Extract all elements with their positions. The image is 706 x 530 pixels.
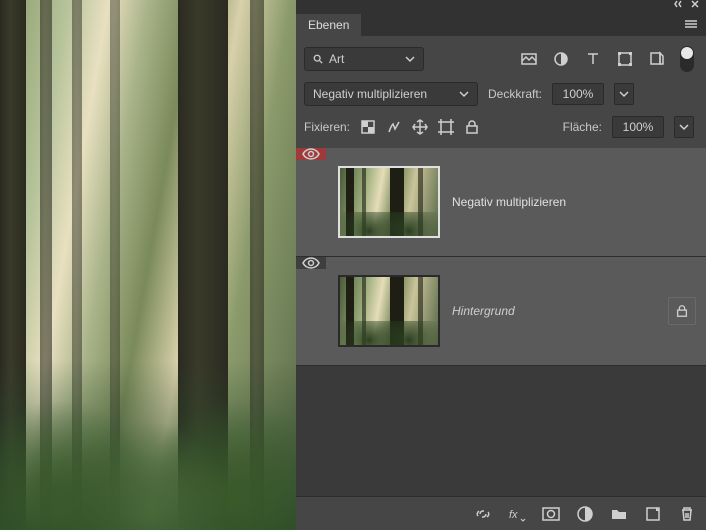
chevron-down-icon — [405, 54, 415, 64]
group-layers-icon[interactable] — [610, 505, 628, 523]
chevron-down-icon — [619, 89, 629, 99]
layer-name[interactable]: Hintergrund — [452, 304, 668, 318]
layer-filter-type-dropdown[interactable]: Art — [304, 47, 424, 71]
layer-style-icon[interactable]: fx — [508, 505, 526, 523]
chevron-down-icon — [459, 89, 469, 99]
layer-mask-icon[interactable] — [542, 505, 560, 523]
layer-thumbnail[interactable] — [338, 275, 440, 347]
layer-row[interactable]: Negativ multiplizieren — [296, 148, 706, 257]
search-icon — [313, 54, 323, 64]
eye-icon — [302, 257, 320, 269]
blend-mode-value: Negativ multiplizieren — [313, 87, 453, 101]
opacity-slider-button[interactable] — [614, 83, 634, 105]
lock-icon — [675, 304, 689, 318]
panel-menu-icon[interactable] — [684, 18, 706, 36]
lock-image-icon[interactable] — [386, 119, 402, 135]
filter-pixel-icon[interactable] — [520, 50, 538, 68]
fill-label: Fläche: — [563, 120, 602, 134]
delete-layer-icon[interactable] — [678, 505, 696, 523]
blend-mode-dropdown[interactable]: Negativ multiplizieren — [304, 82, 478, 106]
chevron-down-icon — [679, 122, 689, 132]
eye-icon — [302, 148, 320, 160]
layer-filter-row: Art — [296, 36, 706, 78]
tab-layers[interactable]: Ebenen — [296, 14, 361, 36]
layer-row[interactable]: Hintergrund — [296, 257, 706, 366]
layers-panel-footer: fx — [296, 496, 706, 530]
blend-opacity-row: Negativ multiplizieren Deckkraft: 100% — [296, 78, 706, 112]
adjustment-layer-icon[interactable] — [576, 505, 594, 523]
filter-type-label: Art — [329, 52, 399, 66]
layer-name[interactable]: Negativ multiplizieren — [452, 195, 706, 209]
lock-artboard-icon[interactable] — [438, 119, 454, 135]
layer-visibility-toggle[interactable] — [296, 148, 326, 160]
fill-value-input[interactable]: 100% — [612, 116, 664, 138]
link-layers-icon[interactable] — [474, 505, 492, 523]
layer-lock-indicator[interactable] — [668, 297, 696, 325]
layers-panel: Ebenen Art Negativ multiplizieren Deckkr… — [296, 0, 706, 530]
opacity-value-input[interactable]: 100% — [552, 83, 604, 105]
filter-type-icon[interactable] — [584, 50, 602, 68]
filter-shape-icon[interactable] — [616, 50, 634, 68]
layers-list: Negativ multiplizieren Hintergrund — [296, 148, 706, 496]
filter-adjustment-icon[interactable] — [552, 50, 570, 68]
document-canvas[interactable] — [0, 0, 296, 530]
layer-thumbnail[interactable] — [338, 166, 440, 238]
filter-smartobject-icon[interactable] — [648, 50, 666, 68]
lock-transparency-icon[interactable] — [360, 119, 376, 135]
panel-system-buttons — [296, 0, 706, 10]
lock-fill-row: Fixieren: Fläche: 100% — [296, 112, 706, 148]
svg-text:fx: fx — [509, 509, 518, 521]
filter-toggle-switch[interactable] — [680, 46, 694, 72]
opacity-label: Deckkraft: — [488, 87, 542, 101]
new-layer-icon[interactable] — [644, 505, 662, 523]
fill-slider-button[interactable] — [674, 116, 694, 138]
lock-all-icon[interactable] — [464, 119, 480, 135]
lock-label: Fixieren: — [304, 120, 350, 134]
panel-tabs: Ebenen — [296, 10, 706, 36]
layer-visibility-toggle[interactable] — [296, 257, 326, 269]
lock-position-icon[interactable] — [412, 119, 428, 135]
